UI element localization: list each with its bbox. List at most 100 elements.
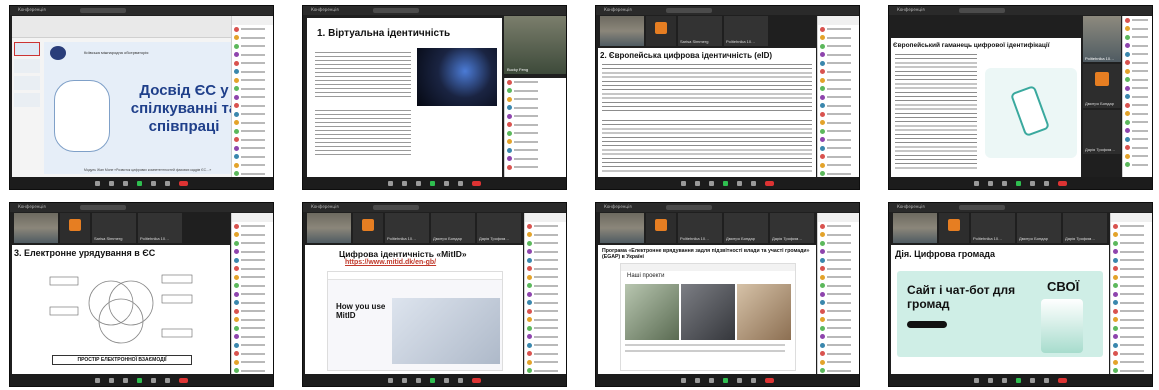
- participants-icon[interactable]: [416, 180, 421, 186]
- slide-title: 3. Електронне урядування в ЄС: [14, 248, 156, 258]
- meeting-toolbar[interactable]: [889, 177, 1152, 189]
- video-icon[interactable]: [695, 377, 700, 383]
- mic-icon[interactable]: [95, 377, 100, 383]
- share-screen-icon[interactable]: [430, 377, 435, 383]
- section-title: Наші проекти: [627, 273, 665, 279]
- mic-icon[interactable]: [95, 180, 100, 186]
- mic-icon[interactable]: [388, 180, 393, 186]
- website-screenshot: Наші проекти: [620, 263, 796, 371]
- share-screen-icon[interactable]: [137, 180, 142, 186]
- record-icon[interactable]: [165, 180, 170, 186]
- mic-icon[interactable]: [681, 180, 686, 186]
- slide-thumbnails[interactable]: [14, 42, 40, 174]
- chat-icon[interactable]: [1030, 377, 1035, 383]
- participants-icon[interactable]: [1002, 180, 1007, 186]
- leave-button[interactable]: [179, 180, 188, 186]
- chat-icon[interactable]: [444, 377, 449, 383]
- chat-icon[interactable]: [151, 180, 156, 186]
- leave-button[interactable]: [1058, 180, 1067, 186]
- leave-button[interactable]: [179, 377, 188, 383]
- view-button[interactable]: [373, 205, 419, 210]
- chat-icon[interactable]: [444, 180, 449, 186]
- leave-button[interactable]: [765, 180, 774, 186]
- record-icon[interactable]: [1044, 180, 1049, 186]
- leave-button[interactable]: [765, 377, 774, 383]
- chat-icon[interactable]: [737, 377, 742, 383]
- slide-paragraph: [895, 54, 977, 170]
- participants-panel[interactable]: [231, 213, 273, 374]
- participants-panel[interactable]: [817, 213, 859, 374]
- share-screen-icon[interactable]: [1016, 180, 1021, 186]
- participants-panel[interactable]: [1122, 16, 1152, 177]
- share-screen-icon[interactable]: [430, 180, 435, 186]
- mitid-link[interactable]: https://www.mitid.dk/en-gb/: [345, 259, 436, 266]
- view-button[interactable]: [80, 205, 126, 210]
- chat-icon[interactable]: [1030, 180, 1035, 186]
- view-button[interactable]: [666, 205, 712, 210]
- record-icon[interactable]: [165, 377, 170, 383]
- video-icon[interactable]: [695, 180, 700, 186]
- leave-button[interactable]: [472, 377, 481, 383]
- banner: Сайт і чат-бот для громад СВОЇ: [897, 271, 1103, 357]
- share-screen-icon[interactable]: [723, 180, 728, 186]
- participants-icon[interactable]: [709, 377, 714, 383]
- record-icon[interactable]: [751, 377, 756, 383]
- mic-icon[interactable]: [974, 180, 979, 186]
- participants-panel[interactable]: [231, 16, 273, 177]
- participants-icon[interactable]: [1002, 377, 1007, 383]
- leave-button[interactable]: [1058, 377, 1067, 383]
- meeting-toolbar[interactable]: [889, 374, 1152, 386]
- meeting-toolbar[interactable]: [10, 374, 273, 386]
- participants-icon[interactable]: [416, 377, 421, 383]
- record-icon[interactable]: [458, 180, 463, 186]
- video-icon[interactable]: [402, 180, 407, 186]
- meeting-toolbar[interactable]: [10, 177, 273, 189]
- record-icon[interactable]: [1044, 377, 1049, 383]
- chat-icon[interactable]: [151, 377, 156, 383]
- slide-canvas: Київська міжнародна обсерваторія Досвід …: [44, 42, 243, 174]
- participants-panel[interactable]: [504, 78, 566, 177]
- participants-icon[interactable]: [123, 180, 128, 186]
- meeting-toolbar[interactable]: [596, 177, 859, 189]
- participants-panel[interactable]: [817, 16, 859, 177]
- slide-paragraph: [315, 52, 411, 98]
- video-icon[interactable]: [109, 377, 114, 383]
- mic-icon[interactable]: [974, 377, 979, 383]
- share-screen-icon[interactable]: [723, 377, 728, 383]
- participants-icon[interactable]: [123, 377, 128, 383]
- slide-canvas: 1. Віртуальна ідентичність: [307, 18, 502, 178]
- leave-button[interactable]: [472, 180, 481, 186]
- view-button[interactable]: [959, 205, 1005, 210]
- banner-button[interactable]: [907, 321, 947, 328]
- video-icon[interactable]: [402, 377, 407, 383]
- video-icon[interactable]: [988, 377, 993, 383]
- meeting-toolbar[interactable]: [303, 177, 566, 189]
- zoom-titlebar: Конференція: [10, 203, 273, 212]
- mic-icon[interactable]: [388, 377, 393, 383]
- share-screen-icon[interactable]: [1016, 377, 1021, 383]
- video-icon[interactable]: [109, 180, 114, 186]
- zoom-capture-6: Конференція Politehnika 10… Дмитро Бонда…: [302, 202, 567, 387]
- meeting-toolbar[interactable]: [303, 374, 566, 386]
- chat-icon[interactable]: [737, 180, 742, 186]
- participants-icon[interactable]: [709, 180, 714, 186]
- share-screen-icon[interactable]: [137, 377, 142, 383]
- participants-panel[interactable]: [1110, 213, 1152, 374]
- slide-canvas: 2. Європейська цифрова ідентичність (eID…: [598, 48, 816, 178]
- slide-paragraph-2: [315, 110, 411, 156]
- view-button[interactable]: [666, 8, 712, 13]
- record-icon[interactable]: [458, 377, 463, 383]
- view-button[interactable]: [373, 8, 419, 13]
- participants-panel[interactable]: [524, 213, 566, 374]
- record-icon[interactable]: [751, 180, 756, 186]
- meeting-toolbar[interactable]: [596, 374, 859, 386]
- view-button[interactable]: [959, 8, 1005, 13]
- zoom-titlebar: Конференція: [10, 6, 273, 15]
- zoom-capture-7: Конференція Politehnika 10… Дмитро Бонда…: [595, 202, 860, 387]
- zoom-capture-4: Конференція Європейський гаманець цифров…: [888, 5, 1153, 190]
- zoom-titlebar: Конференція: [889, 6, 1152, 15]
- slide-canvas: 3. Електронне урядування в ЄС ПРОСТІР ЕЛ…: [12, 245, 230, 375]
- mic-icon[interactable]: [681, 377, 686, 383]
- video-icon[interactable]: [988, 180, 993, 186]
- view-button[interactable]: [80, 8, 126, 13]
